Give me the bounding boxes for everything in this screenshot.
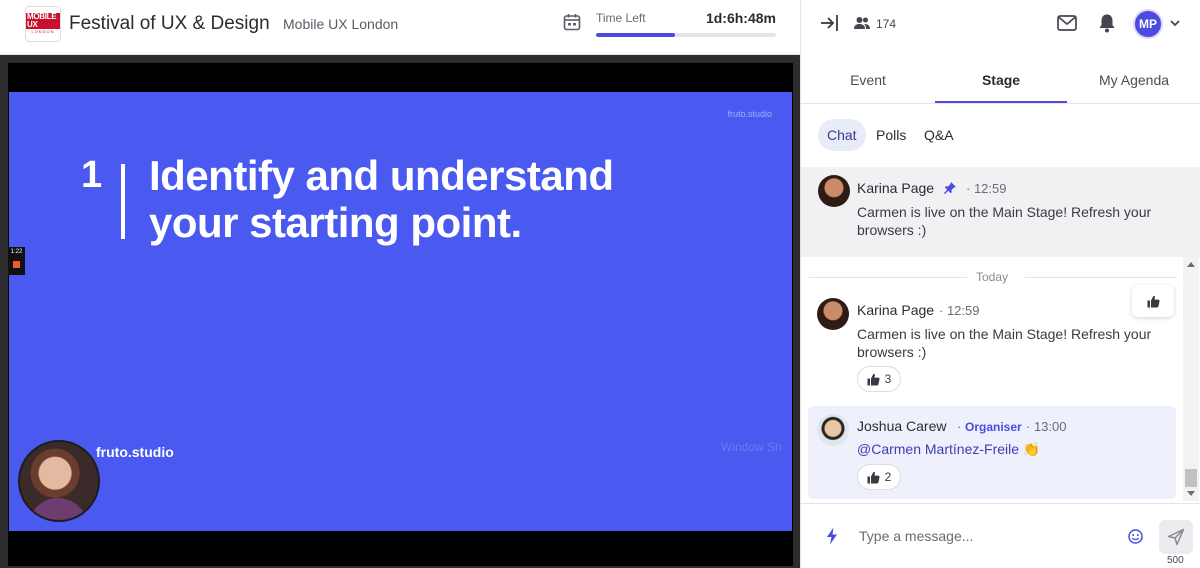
chat-subtabs: Chat Polls Q&A [801, 119, 1200, 153]
thumbs-up-icon [867, 471, 880, 483]
active-tab-indicator [935, 101, 1067, 103]
chat-scrollbar[interactable] [1183, 257, 1199, 501]
lightning-icon[interactable] [826, 527, 838, 545]
scroll-thumb[interactable] [1185, 469, 1197, 487]
slide-divider-bar [121, 164, 125, 239]
character-limit: 500 [1167, 555, 1184, 566]
panel-tabs: Event Stage My Agenda [801, 60, 1200, 104]
user-mention[interactable]: @Carmen Martínez-Freile [857, 441, 1019, 457]
message-time-value: 12:59 [946, 303, 980, 318]
user-avatar[interactable]: MP [1133, 9, 1163, 39]
chat-message[interactable]: Joshua Carew · Organiser · 13:00 @Carmen… [808, 406, 1176, 499]
message-author[interactable]: Karina Page [857, 302, 934, 318]
message-text: Carmen is live on the Main Stage! Refres… [857, 204, 1152, 238]
message-separator: · [957, 419, 962, 434]
time-left-label: Time Left [596, 11, 646, 25]
message-text: Carmen is live on the Main Stage! Refres… [857, 326, 1152, 360]
message-composer: 500 [801, 503, 1200, 568]
send-button[interactable] [1159, 520, 1193, 554]
tab-event[interactable]: Event [801, 72, 935, 88]
like-reaction[interactable]: 3 [857, 366, 901, 392]
chevron-down-icon[interactable] [1169, 18, 1181, 28]
avatar[interactable] [817, 414, 849, 446]
calendar-icon[interactable] [563, 13, 581, 31]
message-time: · 13:00 [1026, 419, 1067, 434]
time-left-value: 1d:6h:48m [705, 10, 776, 26]
side-panel: 174 MP Event Stage My Agenda Chat Polls … [800, 0, 1200, 568]
logo-line-1: MOBILE UX [26, 13, 60, 29]
scroll-up-arrow[interactable] [1187, 262, 1195, 267]
presentation-slide: fruto.studio 1 Identify and understand y… [9, 92, 792, 531]
message-time-value: 13:00 [1033, 419, 1067, 434]
message-author[interactable]: Joshua Carew [857, 418, 947, 434]
pinned-message[interactable]: Karina Page · 12:59 Carmen is live on th… [801, 167, 1200, 257]
date-divider-left [809, 277, 967, 278]
time-left-progress-fill [596, 33, 676, 37]
date-divider-label: Today [976, 270, 1009, 284]
avatar[interactable] [817, 298, 849, 330]
time-left-progress [596, 33, 776, 37]
presenter-camera[interactable] [18, 440, 100, 522]
subtab-polls[interactable]: Polls [867, 119, 915, 151]
message-time: · 12:59 [966, 181, 1007, 196]
subtab-chat[interactable]: Chat [818, 119, 866, 151]
like-button[interactable] [1132, 285, 1174, 317]
emoji-icon[interactable] [1128, 529, 1143, 544]
thumbs-up-icon [867, 373, 880, 385]
message-mention-line: @Carmen Martínez-Freile 👏 [857, 441, 1040, 458]
send-icon [1167, 528, 1185, 546]
mail-icon[interactable] [1057, 14, 1077, 32]
subtab-qa[interactable]: Q&A [915, 119, 963, 151]
scroll-down-arrow[interactable] [1187, 491, 1195, 496]
event-subtitle: Mobile UX London [283, 16, 399, 32]
avatar[interactable] [818, 175, 850, 207]
people-icon [854, 17, 870, 29]
event-title: Festival of UX & Design [69, 13, 270, 34]
record-icon [13, 261, 20, 268]
chat-message[interactable]: Karina Page · 12:59 Carmen is live on th… [808, 290, 1176, 402]
message-time: · 12:59 [939, 303, 980, 318]
message-input[interactable] [859, 522, 1125, 550]
event-logo[interactable]: MOBILE UX LONDON [25, 6, 61, 42]
logo-line-2: LONDON [31, 29, 55, 34]
message-time-value: 12:59 [973, 181, 1007, 196]
slide-number: 1 [81, 154, 103, 196]
thumbs-up-icon [1147, 295, 1160, 307]
bell-icon[interactable] [1098, 13, 1116, 33]
tab-my-agenda[interactable]: My Agenda [1067, 72, 1200, 88]
top-bar: MOBILE UX LONDON Festival of UX & Design… [0, 0, 800, 55]
tab-stage[interactable]: Stage [935, 72, 1067, 88]
organiser-badge: Organiser [965, 420, 1022, 434]
exit-icon[interactable] [820, 13, 840, 33]
pin-icon [944, 182, 956, 194]
like-count: 2 [884, 470, 892, 484]
presenter-name: fruto.studio [96, 444, 174, 460]
like-reaction[interactable]: 2 [857, 464, 901, 490]
clapping-hands-icon: 👏 [1022, 441, 1041, 457]
slide-watermark: fruto.studio [727, 109, 772, 119]
like-count: 3 [884, 372, 892, 386]
message-author[interactable]: Karina Page [857, 180, 934, 196]
date-divider-right [1025, 277, 1177, 278]
recording-badge: 1:22 [8, 247, 25, 275]
recording-time: 1:22 [10, 249, 23, 255]
slide-heading: Identify and understand your starting po… [149, 152, 614, 246]
attendee-count: 174 [876, 17, 897, 31]
window-share-ghost: Window Sh [721, 440, 782, 454]
